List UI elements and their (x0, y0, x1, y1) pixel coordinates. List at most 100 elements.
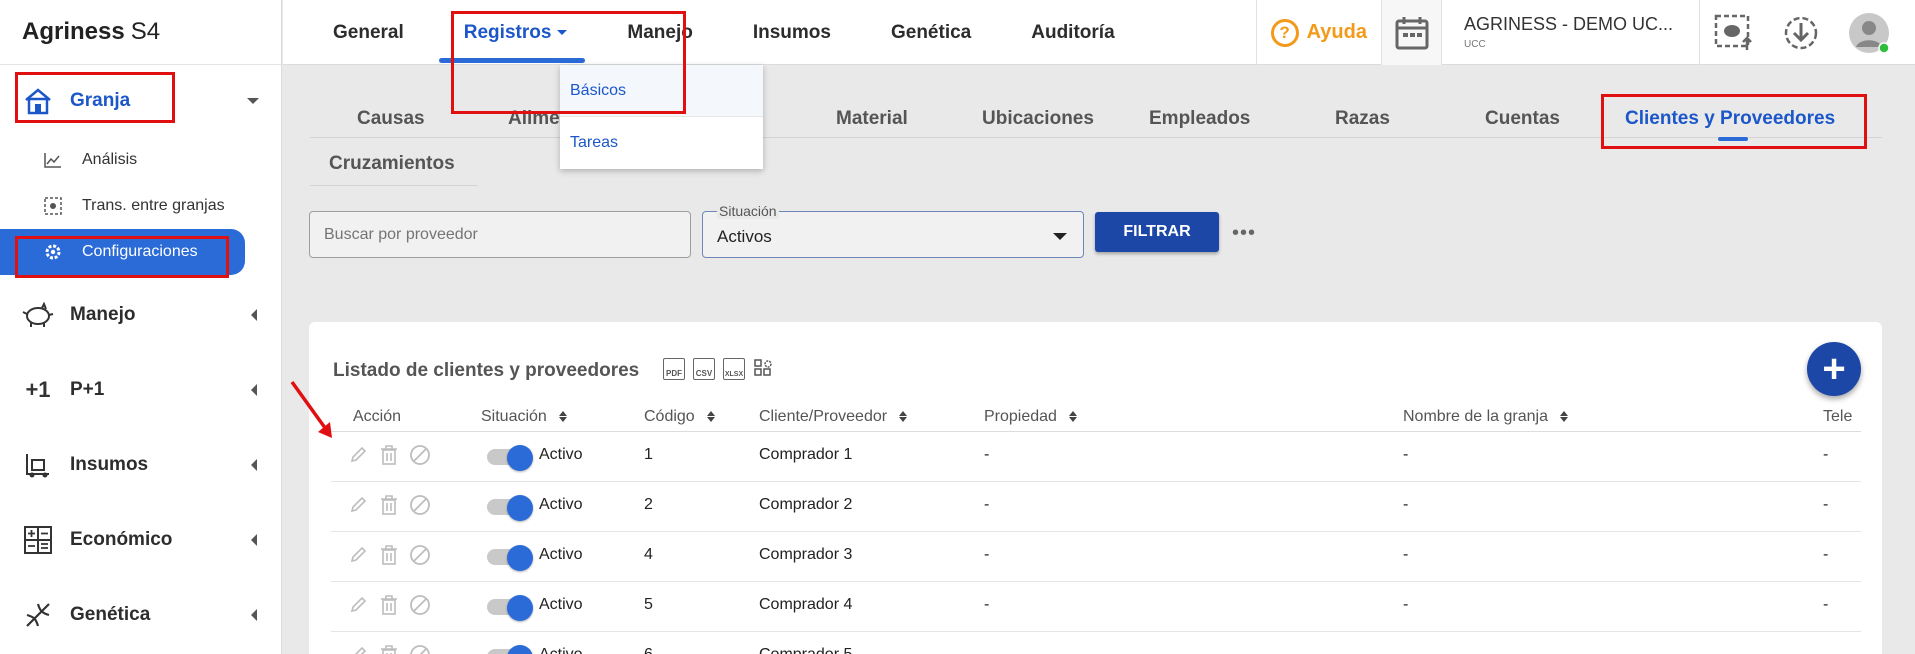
user-menu[interactable] (1835, 0, 1903, 65)
delete-icon[interactable] (379, 644, 399, 654)
chevron-left-icon (251, 458, 257, 471)
edit-icon[interactable] (349, 594, 369, 621)
sort-icon (899, 411, 908, 423)
menu-genetica[interactable]: Genética (861, 0, 1001, 65)
row-actions (349, 544, 431, 571)
tab-cruzamientos[interactable]: Cruzamientos (329, 153, 455, 175)
edit-icon[interactable] (349, 494, 369, 521)
chevron-left-icon (251, 608, 257, 621)
status-toggle[interactable] (487, 495, 533, 521)
more-options-icon[interactable]: ••• (1232, 222, 1256, 245)
farm-selector[interactable]: AGRINESS - DEMO UC... UCC (1441, 0, 1699, 65)
cell-situacion: Activo (539, 446, 583, 463)
tab-causas[interactable]: Causas (357, 108, 425, 130)
status-toggle[interactable] (487, 545, 533, 571)
export-buttons: PDF CSV XLSX (663, 358, 775, 380)
deactivate-icon[interactable] (409, 594, 431, 621)
column-settings-icon[interactable] (753, 358, 775, 380)
transfer-icon (42, 197, 64, 215)
add-client-button[interactable]: + (1807, 342, 1861, 396)
export-pdf-button[interactable]: PDF (663, 358, 685, 380)
sidebar-item-manejo[interactable]: Manejo (0, 277, 281, 352)
row-actions (349, 594, 431, 621)
situacion-value: Activos (717, 227, 772, 246)
export-xlsx-button[interactable]: XLSX (723, 358, 745, 380)
header-cliente-proveedor[interactable]: Cliente/Proveedor (759, 408, 908, 426)
menu-auditoria[interactable]: Auditoría (1001, 0, 1144, 65)
header-nombre-granja[interactable]: Nombre de la granja (1403, 408, 1568, 426)
delete-icon[interactable] (379, 544, 399, 571)
sidebar-subitem-analisis[interactable]: Análisis (0, 137, 281, 183)
chevron-left-icon (251, 308, 257, 321)
edit-icon[interactable] (349, 544, 369, 571)
sort-icon (1559, 411, 1568, 423)
sidebar-item-genetica[interactable]: Genética (0, 577, 281, 652)
status-toggle[interactable] (487, 445, 533, 471)
delete-icon[interactable] (379, 494, 399, 521)
table-title: Listado de clientes y proveedores (333, 360, 640, 381)
cell-situacion: Activo (539, 646, 583, 654)
forklift-icon (22, 449, 54, 481)
sidebar-subitem-transferencias[interactable]: Trans. entre granjas (0, 183, 281, 229)
cell-telefono: - (1823, 496, 1829, 513)
deactivate-icon[interactable] (409, 644, 431, 654)
sort-icon (706, 411, 715, 423)
cell-codigo: 6 (644, 646, 653, 654)
cell-cliente: Comprador 4 (759, 596, 853, 613)
top-right-actions: ? Ayuda AGRINESS - DEMO UC... UCC (1255, 0, 1915, 65)
delete-icon[interactable] (379, 594, 399, 621)
table-row: Activo 2 Comprador 2 - - - (331, 482, 1861, 532)
menu-insumos[interactable]: Insumos (723, 0, 861, 65)
table-row: Activo 5 Comprador 4 - - - (331, 582, 1861, 632)
status-toggle[interactable] (487, 595, 533, 621)
deactivate-icon[interactable] (409, 494, 431, 521)
situacion-select[interactable]: Situación Activos (702, 203, 1084, 258)
edit-icon[interactable] (349, 444, 369, 471)
sidebar-item-p1[interactable]: +1 P+1 (0, 352, 281, 427)
calendar-button[interactable] (1381, 0, 1441, 65)
sidebar-item-economico[interactable]: Económico (0, 502, 281, 577)
tab-empleados[interactable]: Empleados (1149, 108, 1250, 130)
dropdown-option-tareas[interactable]: Tareas (560, 117, 763, 169)
status-toggle[interactable] (487, 645, 533, 654)
menu-general[interactable]: General (283, 0, 434, 65)
help-button[interactable]: ? Ayuda (1255, 0, 1381, 65)
tab-cuentas[interactable]: Cuentas (1485, 108, 1560, 130)
chevron-left-icon (251, 383, 257, 396)
cell-cliente: Comprador 5 (759, 646, 852, 654)
situacion-label: Situación (717, 203, 779, 219)
header-telefono[interactable]: Tele (1823, 408, 1852, 426)
table-row: Activo 6 Comprador 5 (331, 632, 1861, 654)
tab-material[interactable]: Material (836, 108, 908, 130)
deactivate-icon[interactable] (409, 444, 431, 471)
header-situacion[interactable]: Situación (481, 408, 567, 426)
annotation-box-granja (15, 72, 175, 123)
header-codigo[interactable]: Código (644, 408, 715, 426)
export-csv-button[interactable]: CSV (693, 358, 715, 380)
row-actions (349, 644, 431, 654)
annotation-box-clientes-tab (1601, 94, 1867, 149)
filter-button[interactable]: FILTRAR (1095, 212, 1219, 252)
sidebar-item-insumos[interactable]: Insumos (0, 427, 281, 502)
edit-icon[interactable] (349, 644, 369, 654)
brand-logo: Agriness S4 (0, 0, 281, 65)
tab-ubicaciones[interactable]: Ubicaciones (982, 108, 1094, 130)
cell-propiedad: - (984, 546, 990, 563)
deactivate-icon[interactable] (409, 544, 431, 571)
table-row: Activo 4 Comprador 3 - - - (331, 532, 1861, 582)
search-input[interactable] (309, 211, 691, 258)
calendar-icon (1395, 16, 1428, 49)
cell-situacion: Activo (539, 596, 583, 613)
cell-granja: - (1403, 446, 1409, 463)
download-button[interactable] (1767, 0, 1835, 65)
tab-razas[interactable]: Razas (1335, 108, 1390, 130)
delete-icon[interactable] (379, 444, 399, 471)
annotation-arrow-icon (290, 380, 332, 438)
scan-button[interactable] (1699, 0, 1767, 65)
cell-propiedad: - (984, 496, 990, 513)
scan-upload-icon (1714, 14, 1752, 50)
main-menu: General Registros Manejo Insumos Genétic… (283, 0, 1145, 65)
chart-line-icon (42, 152, 64, 168)
brand-name: Agriness (22, 18, 125, 45)
header-propiedad[interactable]: Propiedad (984, 408, 1077, 426)
